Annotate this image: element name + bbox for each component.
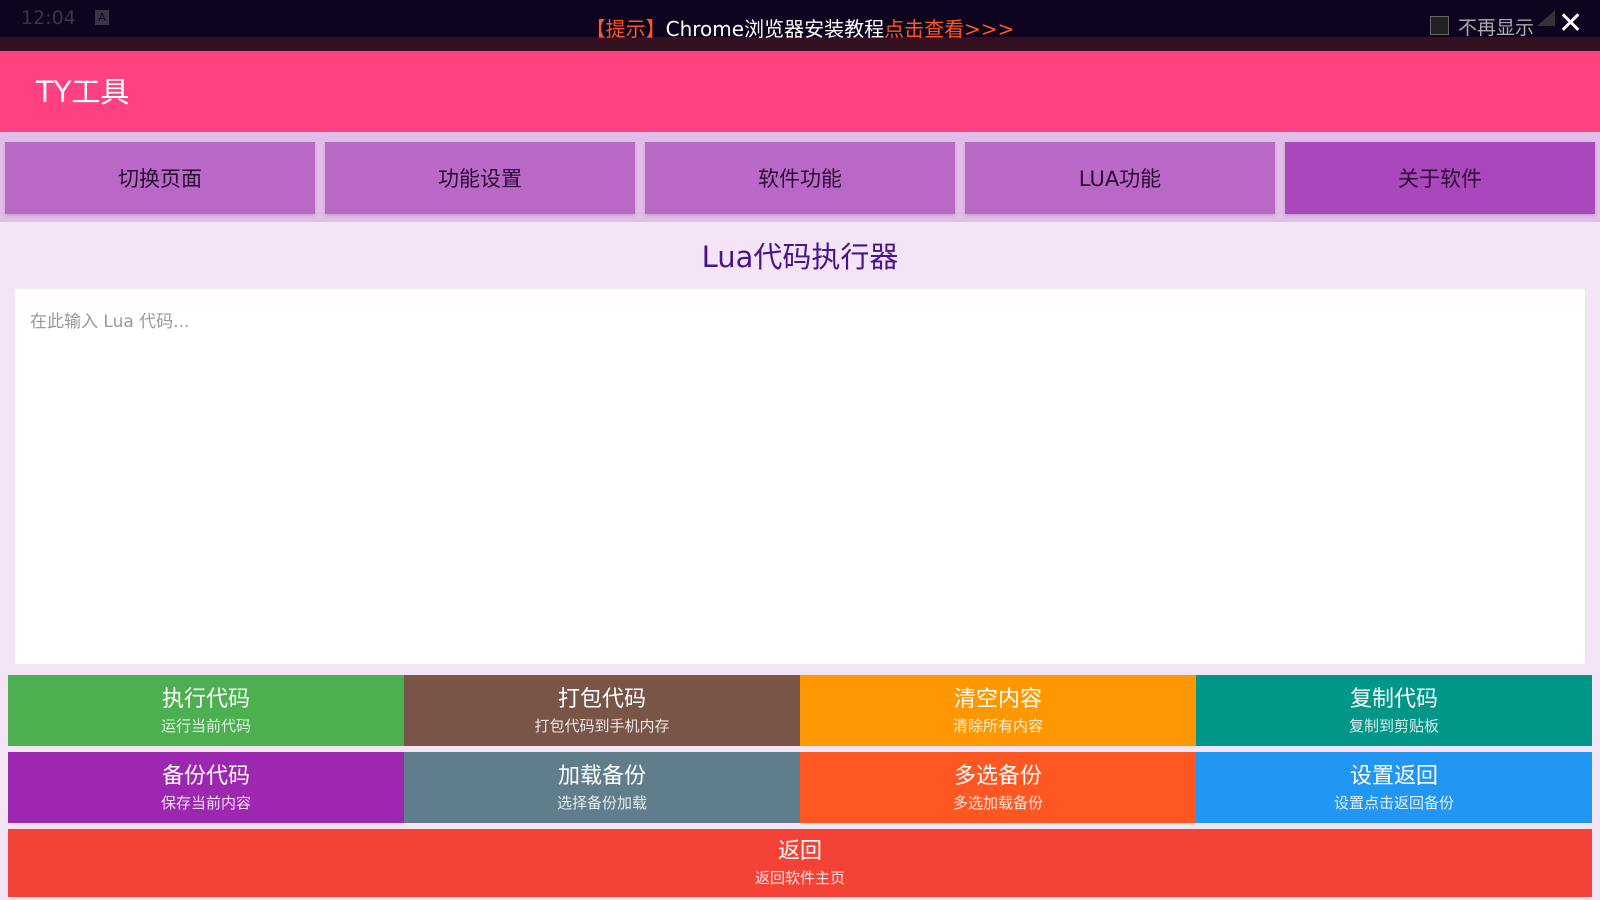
notice-banner[interactable]: 【提示】Chrome浏览器安装教程点击查看>>> — [0, 13, 1600, 42]
button-label: 返回 — [777, 839, 822, 864]
tab-function-settings[interactable]: 功能设置 — [325, 142, 635, 214]
dont-show-checkbox[interactable] — [1430, 16, 1449, 35]
app-header: TY工具 — [0, 51, 1600, 132]
button-sublabel: 运行当前代码 — [160, 716, 251, 735]
notice-text: Chrome浏览器安装教程 — [665, 17, 885, 41]
button-sublabel: 多选加载备份 — [952, 793, 1043, 812]
set-return-button[interactable]: 设置返回设置点击返回备份 — [1196, 752, 1592, 823]
run-code-button[interactable]: 执行代码运行当前代码 — [8, 675, 404, 746]
notice-link[interactable]: 点击查看>>> — [884, 17, 1014, 41]
close-icon[interactable]: ✕ — [1558, 6, 1583, 42]
button-label: 执行代码 — [161, 686, 250, 712]
load-backup-button[interactable]: 加载备份选择备份加载 — [404, 752, 800, 823]
multi-select-backup-button[interactable]: 多选备份多选加载备份 — [800, 752, 1196, 823]
button-sublabel: 复制到剪贴板 — [1348, 716, 1439, 735]
package-code-button[interactable]: 打包代码打包代码到手机内存 — [404, 675, 800, 746]
button-label: 设置返回 — [1349, 763, 1438, 789]
tab-lua-functions[interactable]: LUA功能 — [965, 142, 1275, 214]
button-label: 清空内容 — [953, 686, 1042, 712]
tab-software-functions[interactable]: 软件功能 — [645, 142, 955, 214]
button-sublabel: 设置点击返回备份 — [1333, 793, 1454, 812]
button-sublabel: 返回软件主页 — [754, 869, 845, 887]
tab-bar: 切换页面 功能设置 软件功能 LUA功能 关于软件 — [0, 132, 1600, 222]
page-title: Lua代码执行器 — [701, 240, 899, 274]
lua-code-input[interactable] — [15, 289, 1585, 664]
tab-about[interactable]: 关于软件 — [1285, 142, 1595, 214]
button-label: 多选备份 — [953, 763, 1042, 789]
button-label: 加载备份 — [557, 763, 646, 789]
button-sublabel: 保存当前内容 — [160, 793, 251, 812]
signal-icon — [1537, 10, 1555, 26]
back-button[interactable]: 返回 返回软件主页 — [8, 829, 1592, 897]
dont-show-label[interactable]: 不再显示 — [1458, 13, 1534, 40]
button-sublabel: 清除所有内容 — [952, 716, 1043, 735]
button-sublabel: 选择备份加载 — [556, 793, 647, 812]
button-label: 打包代码 — [557, 686, 646, 712]
clear-content-button[interactable]: 清空内容清除所有内容 — [800, 675, 1196, 746]
tab-switch-page[interactable]: 切换页面 — [5, 142, 315, 214]
notice-prefix: 【提示】 — [585, 17, 666, 41]
app-title: TY工具 — [36, 75, 130, 109]
backup-code-button[interactable]: 备份代码保存当前内容 — [8, 752, 404, 823]
button-label: 备份代码 — [161, 763, 250, 789]
button-label: 复制代码 — [1349, 686, 1438, 712]
copy-code-button[interactable]: 复制代码复制到剪贴板 — [1196, 675, 1592, 746]
button-sublabel: 打包代码到手机内存 — [534, 716, 670, 735]
